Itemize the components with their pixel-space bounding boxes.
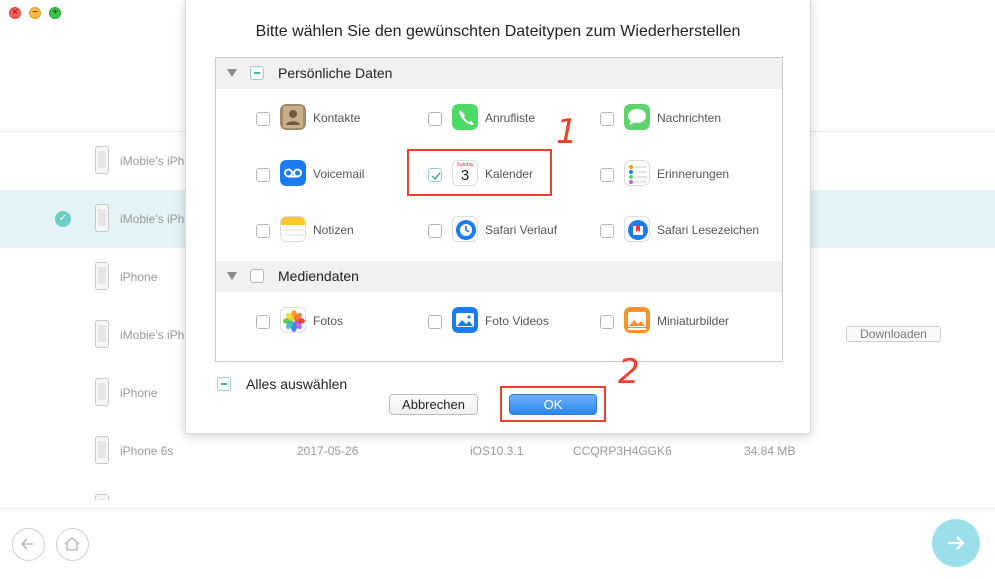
device-name: iMobie's iPh [120,212,185,226]
photo-videos-icon [452,307,478,333]
phone-icon [452,104,478,130]
item-safari-lesezeichen[interactable]: Safari Lesezeichen [600,216,770,246]
device-name: iMobie's iPh [120,328,185,342]
checkbox[interactable] [256,315,270,329]
highlight-kalender [407,149,552,196]
item-fotos[interactable]: Fotos [256,307,426,337]
select-all-label: Alles auswählen [246,376,348,392]
item-notizen[interactable]: Notizen [256,216,426,246]
checkbox[interactable] [428,224,442,238]
back-button[interactable] [12,528,45,561]
checkbox[interactable] [256,224,270,238]
bottom-divider [0,508,995,509]
item-safari-verlauf[interactable]: Safari Verlauf [428,216,598,246]
iphone-icon [95,204,109,232]
annotation-step-2: 2 [618,352,640,392]
home-button[interactable] [56,528,89,561]
checkbox[interactable] [428,112,442,126]
iphone-icon [95,494,109,500]
iphone-icon [95,146,109,174]
dialog-title: Bitte wählen Sie den gewünschten Dateity… [255,23,741,40]
section-personal-data[interactable]: Persönliche Daten [216,58,782,89]
item-kontakte[interactable]: Kontakte [256,104,426,134]
section-media-data[interactable]: Mediendaten [216,261,782,292]
ios-version: iOS10.3.1 [470,444,524,458]
device-row[interactable] [0,480,995,500]
arrow-right-icon [948,536,965,550]
download-button[interactable]: Downloaden [846,326,941,342]
checkbox[interactable] [428,315,442,329]
minimize-window-button[interactable]: − [29,7,41,19]
item-erinnerungen[interactable]: Erinnerungen [600,160,770,190]
device-name: iPhone 6s [120,444,174,458]
messages-icon [624,104,650,130]
safari-bookmarks-icon [624,216,650,242]
zoom-window-button[interactable]: + [49,7,61,19]
checkbox[interactable] [256,168,270,182]
arrow-left-icon [20,538,33,550]
item-label: Fotos [313,314,344,328]
device-name: iMobie's iPh [120,154,185,168]
item-label: Foto Videos [485,314,549,328]
cancel-button[interactable]: Abbrechen [389,394,478,415]
checkbox[interactable] [600,168,614,182]
item-label: Kontakte [313,111,361,125]
select-all-checkbox[interactable] [217,377,231,391]
device-name: iPhone [120,386,158,400]
backup-date: 2017-05-26 [297,444,359,458]
checkbox[interactable] [600,112,614,126]
notes-icon [280,216,306,242]
next-button[interactable] [932,519,980,567]
file-type-panel: Persönliche Daten Kontakte Anrufliste Na… [215,57,783,362]
item-label: Notizen [313,223,354,237]
window-controls: × − + [9,7,61,19]
item-label: Voicemail [313,167,365,181]
item-label: Miniaturbilder [657,314,730,328]
thumbnails-icon [624,307,650,333]
photos-icon [280,307,306,333]
item-foto-videos[interactable]: Foto Videos [428,307,598,337]
selected-check-icon: ✓ [55,211,71,227]
section-label: Persönliche Daten [278,65,393,81]
disclosure-triangle-icon[interactable] [227,272,237,280]
backup-size: 34.84 MB [744,444,796,458]
item-miniaturbilder[interactable]: Miniaturbilder [600,307,770,337]
checkbox[interactable] [600,224,614,238]
iphone-icon [95,436,109,464]
item-label: Safari Lesezeichen [657,223,760,237]
checkbox[interactable] [600,315,614,329]
serial-number: CCQRP3H4GGK6 [573,444,672,458]
item-label: Nachrichten [657,111,722,125]
item-label: Safari Verlauf [485,223,558,237]
iphone-icon [95,320,109,348]
highlight-ok [500,386,606,422]
iphone-icon [95,262,109,290]
contacts-icon [280,104,306,130]
section-checkbox[interactable] [250,269,264,283]
item-label: Erinnerungen [657,167,730,181]
reminders-icon [624,160,650,186]
iphone-icon [95,378,109,406]
item-nachrichten[interactable]: Nachrichten [600,104,770,134]
disclosure-triangle-icon[interactable] [227,69,237,77]
voicemail-icon [280,160,306,186]
checkbox[interactable] [256,112,270,126]
file-type-dialog: Bitte wählen Sie den gewünschten Dateity… [185,0,811,434]
safari-history-icon [452,216,478,242]
section-checkbox[interactable] [250,66,264,80]
item-voicemail[interactable]: Voicemail [256,160,426,190]
close-window-button[interactable]: × [9,7,21,19]
section-label: Mediendaten [278,268,359,284]
device-name: iPhone [120,270,158,284]
item-label: Anrufliste [485,111,536,125]
annotation-step-1: 1 [556,112,578,152]
home-icon [64,537,80,551]
